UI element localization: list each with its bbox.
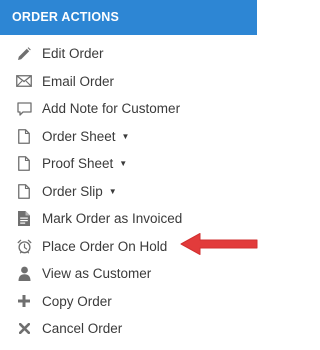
menu-item-edit-order[interactable]: Edit Order	[0, 40, 257, 68]
menu-item-email-order[interactable]: Email Order	[0, 68, 257, 96]
menu-item-label: Add Note for Customer	[42, 101, 181, 117]
menu-item-cancel-order[interactable]: Cancel Order	[0, 315, 257, 343]
menu-item-label: Place Order On Hold	[42, 238, 168, 254]
menu-item-proof-sheet[interactable]: Proof Sheet ▼	[0, 150, 257, 178]
menu-item-label: Order Slip	[42, 183, 103, 199]
menu-item-order-slip[interactable]: Order Slip ▼	[0, 178, 257, 206]
menu-item-copy-order[interactable]: Copy Order	[0, 288, 257, 316]
order-actions-panel: ORDER ACTIONS Edit Order Email Order Add…	[0, 0, 270, 350]
order-actions-menu: Edit Order Email Order Add Note for Cust…	[0, 40, 257, 343]
document-icon	[16, 128, 32, 144]
menu-item-label: Order Sheet	[42, 128, 116, 144]
menu-item-label: View as Customer	[42, 266, 152, 282]
x-icon	[16, 321, 32, 337]
menu-item-order-sheet[interactable]: Order Sheet ▼	[0, 123, 257, 151]
menu-item-label: Cancel Order	[42, 321, 123, 337]
menu-item-label: Proof Sheet	[42, 156, 114, 172]
menu-item-mark-order-as-invoiced[interactable]: Mark Order as Invoiced	[0, 205, 257, 233]
pencil-icon	[16, 46, 32, 62]
dropdown-caret-icon[interactable]: ▼	[119, 159, 127, 168]
document-icon	[16, 183, 32, 199]
menu-item-label: Email Order	[42, 73, 115, 89]
document-icon	[16, 156, 32, 172]
dropdown-caret-icon[interactable]: ▼	[122, 132, 130, 141]
user-icon	[16, 266, 32, 282]
invoice-icon	[16, 211, 32, 227]
plus-icon	[16, 293, 32, 309]
panel-title: ORDER ACTIONS	[0, 0, 257, 35]
comment-icon	[16, 101, 32, 117]
alarm-clock-icon	[16, 238, 32, 254]
menu-item-view-as-customer[interactable]: View as Customer	[0, 260, 257, 288]
menu-item-label: Edit Order	[42, 46, 104, 62]
menu-item-label: Mark Order as Invoiced	[42, 211, 183, 227]
menu-item-label: Copy Order	[42, 293, 112, 309]
red-arrow-annotation-icon	[180, 233, 258, 255]
dropdown-caret-icon[interactable]: ▼	[109, 187, 117, 196]
envelope-icon	[16, 73, 32, 89]
menu-item-add-note-for-customer[interactable]: Add Note for Customer	[0, 95, 257, 123]
